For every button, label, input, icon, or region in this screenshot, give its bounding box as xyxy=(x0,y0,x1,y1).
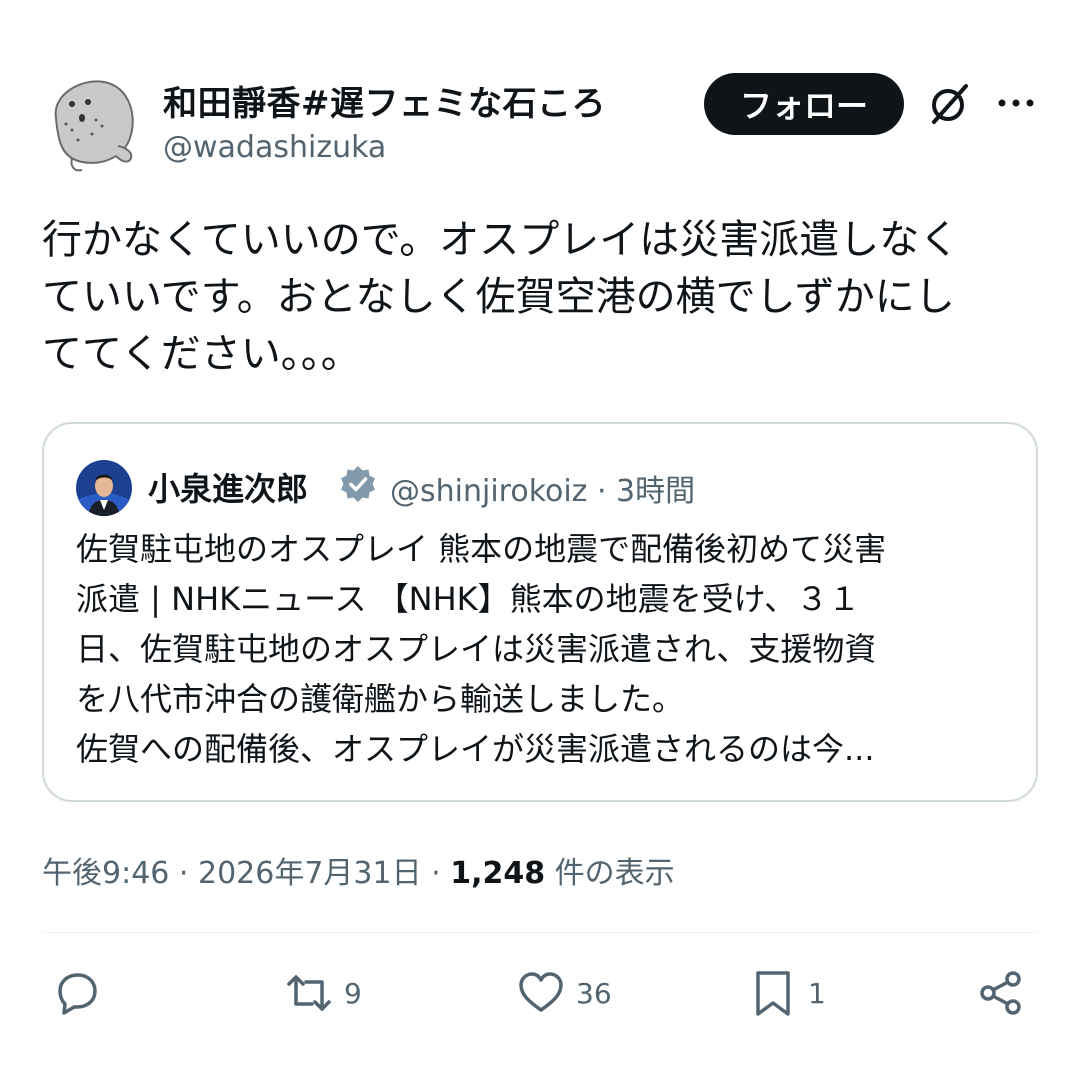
tweet-text: 行かなくていいので。オスプレイは災害派遣しなく ていいです。おとなしく佐賀空港の… xyxy=(42,212,1042,383)
bookmark-button[interactable]: 1 xyxy=(748,966,826,1020)
tweet-timestamp[interactable]: 午後9:46 · 2026年7月31日 · xyxy=(42,856,450,891)
grok-icon[interactable] xyxy=(926,80,974,128)
quote-text: 佐賀駐屯地のオスプレイ 熊本の地震で配備後初めて災害 派遣 | NHKニュース … xyxy=(76,524,1016,774)
follow-button[interactable]: フォロー xyxy=(704,73,904,135)
tweet-text-line: ていいです。おとなしく佐賀空港の横でしずかにし xyxy=(42,274,955,320)
author-avatar[interactable] xyxy=(42,74,138,174)
share-icon xyxy=(980,971,1021,1015)
tweet-meta: 午後9:46 · 2026年7月31日 · 1,248 件の表示 xyxy=(42,848,675,892)
views-count: 1,248 xyxy=(450,856,546,891)
quote-author-handle[interactable]: @shinjirokoiz · 3時間 xyxy=(390,466,695,510)
share-button[interactable] xyxy=(976,966,1026,1020)
quote-author-display-name[interactable]: 小泉進次郎 xyxy=(148,464,308,510)
tweet-text-line: ててください。。。 xyxy=(42,331,361,377)
author-handle[interactable]: @wadashizuka xyxy=(163,130,386,165)
verified-badge-icon xyxy=(341,466,375,502)
reply-button[interactable] xyxy=(52,966,102,1020)
quote-tweet-card[interactable]: 小泉進次郎 @shinjirokoiz · 3時間 佐賀駐屯地のオスプレイ 熊本… xyxy=(42,422,1038,802)
divider xyxy=(42,932,1038,933)
bookmark-icon xyxy=(756,971,790,1016)
like-button[interactable]: 36 xyxy=(516,966,612,1020)
heart-icon xyxy=(519,972,563,1012)
author-display-name[interactable]: 和田靜香#遅フェミな石ころ xyxy=(163,76,606,125)
quote-text-line: 佐賀駐屯地のオスプレイ 熊本の地震で配備後初めて災害 xyxy=(76,530,887,568)
bookmark-count: 1 xyxy=(808,976,826,1010)
retweet-icon xyxy=(287,975,331,1011)
person-avatar-icon xyxy=(76,460,132,516)
views-label: 件の表示 xyxy=(545,856,675,891)
stone-avatar-icon xyxy=(54,80,134,172)
quote-text-line: を八代市沖合の護衛艦から輸送しました。 xyxy=(76,680,685,718)
quote-text-line: 派遣 | NHKニュース 【NHK】熊本の地震を受け、３１ xyxy=(76,580,861,618)
retweet-count: 9 xyxy=(344,976,362,1010)
like-count: 36 xyxy=(576,976,612,1010)
quote-author-avatar xyxy=(76,460,132,516)
quote-text-line: 日、佐賀駐屯地のオスプレイは災害派遣され、支援物資 xyxy=(76,630,877,668)
retweet-button[interactable]: 9 xyxy=(284,966,362,1020)
more-options-icon[interactable] xyxy=(996,88,1036,118)
reply-icon xyxy=(58,973,97,1015)
quote-text-line: 佐賀への配備後、オスプレイが災害派遣されるのは今... xyxy=(76,730,875,768)
tweet-text-line: 行かなくていいので。オスプレイは災害派遣しなく xyxy=(42,217,960,263)
